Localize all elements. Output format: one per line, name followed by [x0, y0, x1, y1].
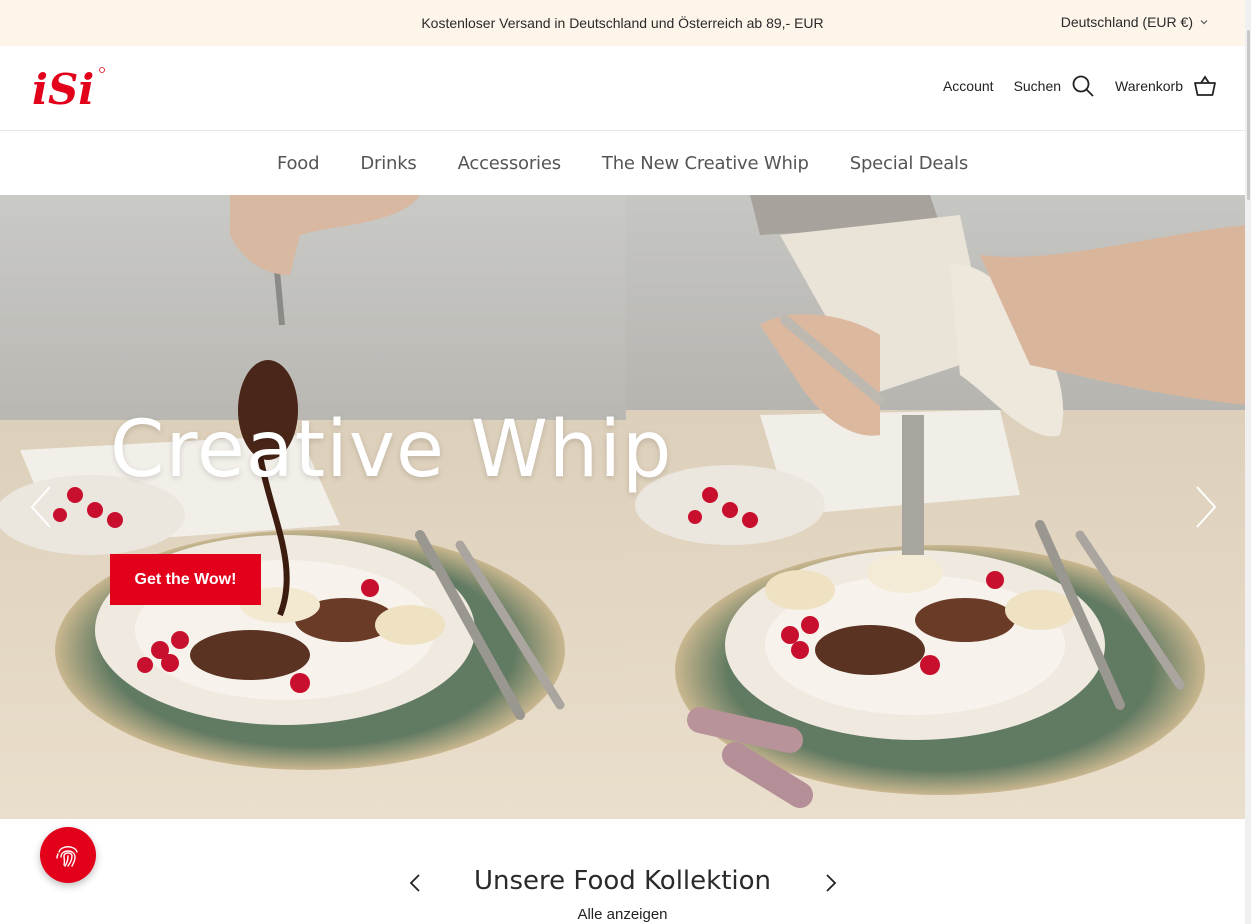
region-label: Deutschland (EUR €) — [1060, 14, 1193, 30]
search-label: Suchen — [1013, 78, 1062, 94]
announcement-bar: Kostenloser Versand in Deutschland und Ö… — [0, 0, 1245, 46]
nav-item-special-deals[interactable]: Special Deals — [850, 153, 969, 174]
chevron-right-icon — [1196, 486, 1217, 528]
search-icon — [1072, 75, 1094, 97]
nav-item-creative-whip[interactable]: The New Creative Whip — [602, 153, 809, 174]
hero-slider: Creative Whip Get the Wow! — [0, 195, 1247, 819]
hero-prev-button[interactable] — [26, 483, 56, 531]
collection-section: Unsere Food Kollektion Alle anzeigen — [0, 819, 1245, 924]
privacy-settings-button[interactable] — [40, 827, 96, 883]
hero-next-button[interactable] — [1191, 483, 1221, 531]
account-link[interactable]: Account — [943, 78, 994, 94]
hero-title: Creative Whip — [110, 405, 673, 495]
hero-cta-button[interactable]: Get the Wow! — [110, 554, 261, 605]
fingerprint-icon — [56, 846, 78, 867]
site-header: iSi Account Suchen Warenkorb — [0, 46, 1245, 131]
scrollbar-thumb[interactable] — [1247, 30, 1250, 200]
chevron-down-icon — [1200, 20, 1208, 25]
hero-image — [0, 195, 1247, 819]
nav-item-accessories[interactable]: Accessories — [458, 153, 561, 174]
cart-link[interactable]: Warenkorb — [1115, 74, 1217, 98]
view-all-link[interactable]: Alle anzeigen — [0, 906, 1245, 923]
brand-logo[interactable]: iSi — [30, 64, 108, 114]
account-label: Account — [942, 78, 994, 94]
nav-item-drinks[interactable]: Drinks — [360, 153, 416, 174]
chevron-left-icon — [30, 486, 51, 528]
collection-title: Unsere Food Kollektion — [473, 866, 771, 896]
cart-icon — [1194, 75, 1216, 96]
search-link[interactable]: Suchen — [1014, 74, 1095, 98]
page-scrollbar[interactable] — [1245, 0, 1251, 924]
nav-item-food[interactable]: Food — [277, 153, 320, 174]
cart-label: Warenkorb — [1115, 78, 1183, 94]
announcement-text: Kostenloser Versand in Deutschland und Ö… — [421, 15, 824, 31]
svg-text:iSi: iSi — [32, 65, 94, 112]
region-selector[interactable]: Deutschland (EUR €) — [1061, 14, 1209, 30]
main-nav: Food Drinks Accessories The New Creative… — [0, 131, 1245, 195]
collection-next-button[interactable] — [824, 872, 838, 894]
